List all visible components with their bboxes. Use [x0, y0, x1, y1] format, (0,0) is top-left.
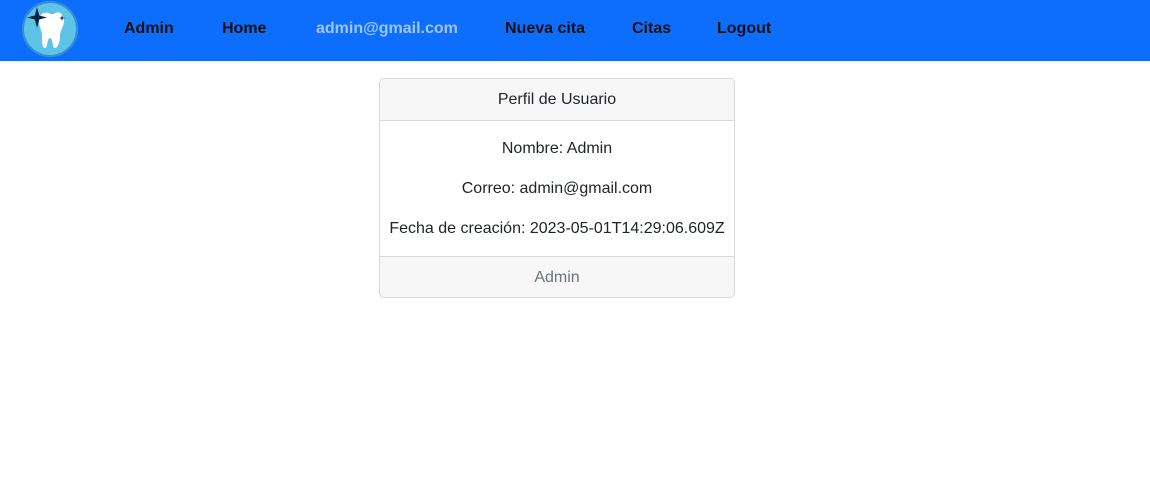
- tooth-logo-icon[interactable]: [22, 1, 78, 57]
- nav-link-nueva-cita[interactable]: Nueva cita: [505, 19, 585, 39]
- profile-card: Perfil de Usuario Nombre: Admin Correo: …: [379, 78, 735, 298]
- nav-link-logout[interactable]: Logout: [717, 19, 771, 39]
- profile-card-footer: Admin: [380, 256, 734, 297]
- nav-link-home[interactable]: Home: [222, 19, 266, 39]
- nav-user-email[interactable]: admin@gmail.com: [316, 19, 458, 39]
- profile-created-date: Fecha de creación: 2023-05-01T14:29:06.6…: [389, 220, 725, 237]
- profile-email: Correo: admin@gmail.com: [461, 180, 653, 197]
- nav-link-citas[interactable]: Citas: [632, 19, 671, 39]
- top-navbar: Admin Home admin@gmail.com Nueva cita Ci…: [0, 0, 1150, 61]
- nav-link-admin[interactable]: Admin: [124, 19, 174, 39]
- profile-card-title: Perfil de Usuario: [380, 79, 734, 121]
- profile-name: Nombre: Admin: [501, 140, 613, 157]
